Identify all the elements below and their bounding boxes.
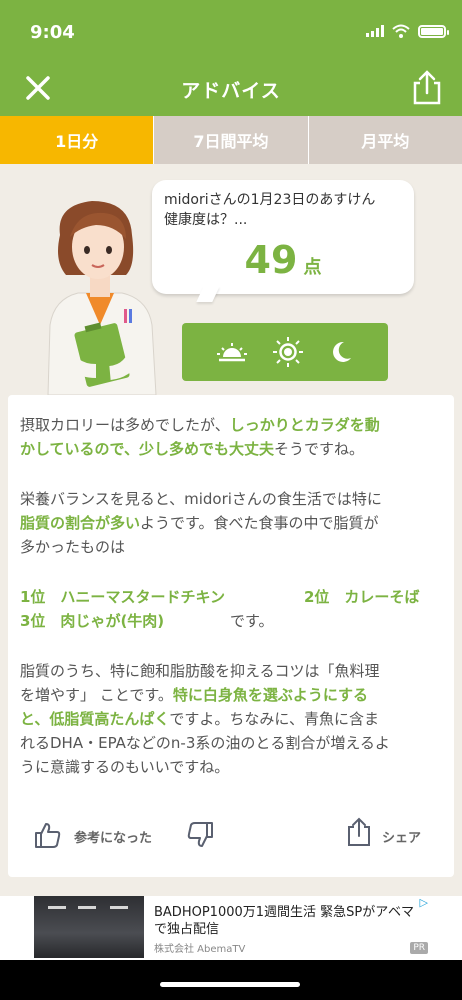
sun-icon[interactable] bbox=[273, 337, 303, 367]
pr-badge: PR bbox=[410, 942, 428, 954]
home-indicator[interactable] bbox=[160, 982, 300, 987]
ranking-suffix: です。 bbox=[230, 612, 274, 630]
sunrise-icon[interactable] bbox=[217, 341, 247, 363]
ad-sponsor: 株式会社 AbemaTV bbox=[154, 944, 246, 955]
meal-time-bar bbox=[182, 323, 388, 381]
adchoices-icon[interactable]: ▷ bbox=[420, 896, 428, 909]
advice-paragraph-1: 摂取カロリーは多めでしたが、しっかりとカラダを動 かしているので、少し多めでも大… bbox=[20, 416, 380, 458]
fat-ranking-1: 1位 ハニーマスタードチキン bbox=[20, 588, 225, 606]
score-value: 49 bbox=[244, 238, 298, 282]
thumbs-up-icon[interactable] bbox=[34, 821, 62, 849]
ad-thumbnail[interactable] bbox=[34, 896, 144, 958]
tab-1day[interactable]: 1日分 bbox=[0, 116, 154, 164]
fat-ranking-2: 2位 カレーそば bbox=[304, 588, 420, 606]
status-icons bbox=[366, 24, 449, 38]
share-icon[interactable] bbox=[346, 817, 372, 847]
tab-7day-average[interactable]: 7日間平均 bbox=[153, 116, 308, 164]
share-button[interactable] bbox=[410, 70, 444, 106]
share-icon bbox=[413, 70, 441, 105]
nutritionist-avatar bbox=[47, 201, 157, 395]
advice-paragraph-3: 脂質のうち、特に飽和脂肪酸を抑えるコツは「魚料理 を増やす」 ことです。特に白身… bbox=[20, 662, 390, 776]
moon-icon[interactable] bbox=[329, 340, 353, 364]
thumbs-down-icon[interactable] bbox=[186, 821, 214, 849]
status-time: 9:04 bbox=[30, 22, 75, 43]
ad-banner[interactable]: BADHOP1000万1週間生活 緊急SPがアベマで独占配信 株式会社 Abem… bbox=[0, 896, 462, 960]
page-title: アドバイス bbox=[181, 80, 281, 102]
signal-icon bbox=[366, 25, 384, 37]
ad-title[interactable]: BADHOP1000万1週間生活 緊急SPがアベマで独占配信 bbox=[154, 904, 424, 938]
period-tabs: 1日分 7日間平均 月平均 bbox=[0, 116, 462, 164]
fat-ranking-3: 3位 肉じゃが(牛肉) bbox=[20, 612, 165, 630]
nav-bar: アドバイス bbox=[0, 60, 462, 116]
advice-actions: 参考になった シェア bbox=[8, 815, 454, 855]
battery-icon bbox=[418, 24, 449, 38]
home-indicator-area bbox=[0, 960, 462, 1000]
helpful-button[interactable]: 参考になった bbox=[74, 827, 152, 846]
health-score: 49 点 bbox=[152, 238, 414, 282]
advice-card: 摂取カロリーは多めでしたが、しっかりとカラダを動 かしているので、少し多めでも大… bbox=[8, 395, 454, 877]
share-button[interactable]: シェア bbox=[382, 827, 421, 846]
score-bubble: midoriさんの1月23日のあすけん 健康度は？... 49 点 bbox=[152, 180, 414, 294]
status-bar: 9:04 bbox=[0, 0, 462, 60]
score-unit: 点 bbox=[303, 257, 322, 278]
score-question: midoriさんの1月23日のあすけん 健康度は？... bbox=[164, 192, 376, 228]
wifi-icon bbox=[392, 24, 410, 38]
advice-paragraph-2: 栄養バランスを見ると、midoriさんの食生活では特に 脂質の割合が多いようです… bbox=[20, 490, 382, 556]
tab-monthly-average[interactable]: 月平均 bbox=[307, 116, 462, 164]
